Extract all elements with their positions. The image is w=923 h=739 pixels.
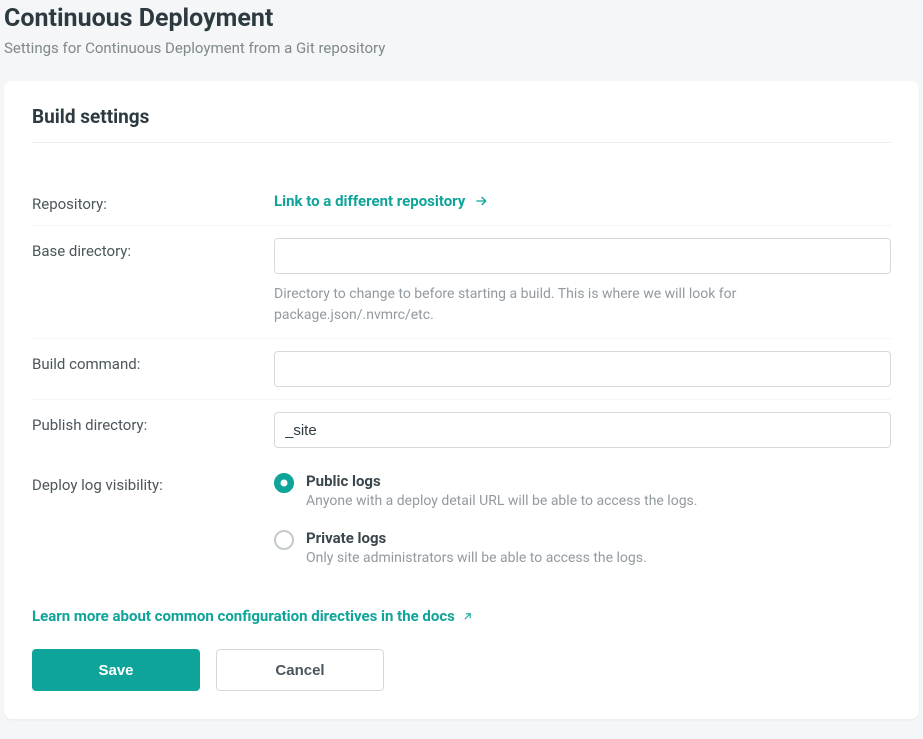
arrow-right-icon [473,193,489,209]
label-base-directory: Base directory: [32,238,274,260]
save-button[interactable]: Save [32,649,200,691]
radio-private-logs[interactable]: Private logs Only site administrators wi… [274,529,891,566]
label-build-command: Build command: [32,351,274,373]
input-publish-directory[interactable] [274,412,891,448]
card-title: Build settings [32,105,891,143]
link-different-repository[interactable]: Link to a different repository [274,192,489,210]
docs-link-text: Learn more about common configuration di… [32,607,455,625]
row-log-visibility: Deploy log visibility: Public logs Anyon… [32,460,891,578]
radio-indicator-public [274,473,294,493]
row-build-command: Build command: [32,338,891,399]
label-publish-directory: Publish directory: [32,412,274,434]
radio-public-logs[interactable]: Public logs Anyone with a deploy detail … [274,472,891,509]
row-repository: Repository: Link to a different reposito… [32,179,891,225]
row-base-directory: Base directory: Directory to change to b… [32,225,891,338]
radio-group-log-visibility: Public logs Anyone with a deploy detail … [274,472,891,566]
actions-row: Save Cancel [32,649,891,691]
radio-indicator-private [274,530,294,550]
radio-desc-private: Only site administrators will be able to… [306,550,891,566]
cancel-button[interactable]: Cancel [216,649,384,691]
build-settings-card: Build settings Repository: Link to a dif… [4,81,919,719]
help-base-directory: Directory to change to before starting a… [274,284,891,326]
external-link-icon [461,610,474,623]
label-repository: Repository: [32,191,274,213]
page-title: Continuous Deployment [4,4,919,33]
page-subtitle: Settings for Continuous Deployment from … [4,39,919,57]
link-text: Link to a different repository [274,192,465,210]
label-log-visibility: Deploy log visibility: [32,472,274,494]
radio-title-public: Public logs [306,472,891,490]
row-publish-directory: Publish directory: [32,399,891,460]
radio-desc-public: Anyone with a deploy detail URL will be … [306,493,891,509]
input-base-directory[interactable] [274,238,891,274]
input-build-command[interactable] [274,351,891,387]
docs-link[interactable]: Learn more about common configuration di… [32,607,474,625]
radio-title-private: Private logs [306,529,891,547]
